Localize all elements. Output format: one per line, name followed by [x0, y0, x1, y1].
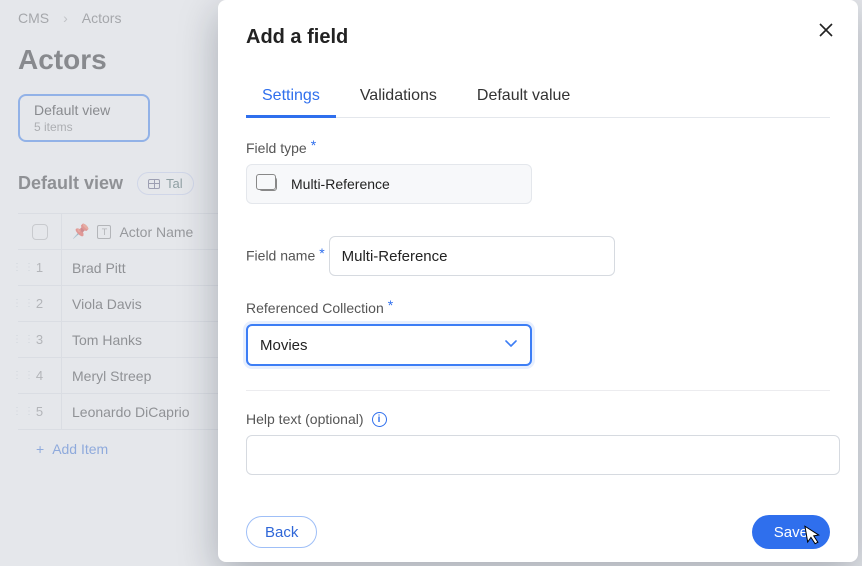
cell-actor-name[interactable]: Brad Pitt	[62, 260, 126, 276]
view-chip-default[interactable]: Default view 5 items	[18, 94, 150, 142]
plus-icon: +	[36, 441, 44, 457]
drag-handle-icon[interactable]: ⋮⋮	[12, 266, 36, 270]
chevron-right-icon: ›	[63, 10, 68, 26]
field-name-input[interactable]	[329, 236, 615, 276]
save-button[interactable]: Save	[752, 515, 830, 549]
breadcrumb-leaf[interactable]: Actors	[82, 10, 122, 26]
table-icon	[148, 179, 160, 189]
label-referenced-collection: Referenced Collection	[246, 300, 384, 316]
tab-settings[interactable]: Settings	[262, 75, 320, 117]
help-text-input[interactable]	[246, 435, 840, 475]
chevron-down-icon	[504, 336, 518, 354]
view-count: 5 items	[34, 120, 134, 134]
close-icon	[818, 22, 834, 38]
cell-actor-name[interactable]: Tom Hanks	[62, 332, 142, 348]
cell-actor-name[interactable]: Meryl Streep	[62, 368, 151, 384]
modal-title: Add a field	[246, 26, 830, 49]
referenced-collection-value: Movies	[260, 337, 308, 354]
referenced-collection-select[interactable]: Movies	[246, 324, 532, 366]
multi-reference-icon	[259, 177, 277, 191]
cell-actor-name[interactable]: Viola Davis	[62, 296, 142, 312]
column-header-name[interactable]: Actor Name	[119, 224, 193, 240]
pin-icon: 📌	[72, 223, 89, 240]
layout-chip[interactable]: Tal	[137, 172, 194, 195]
info-icon[interactable]: i	[372, 412, 387, 427]
add-field-modal: Add a field Settings Validations Default…	[218, 0, 858, 562]
back-button[interactable]: Back	[246, 516, 317, 548]
drag-handle-icon[interactable]: ⋮⋮	[12, 410, 36, 414]
label-help-text: Help text (optional)	[246, 411, 364, 427]
drag-handle-icon[interactable]: ⋮⋮	[12, 374, 36, 378]
label-field-type: Field type	[246, 140, 307, 156]
tab-validations[interactable]: Validations	[360, 75, 437, 117]
field-type-value: Multi-Reference	[291, 176, 390, 192]
tab-default-value[interactable]: Default value	[477, 75, 570, 117]
table-view-name: Default view	[18, 173, 123, 194]
drag-handle-icon[interactable]: ⋮⋮	[12, 302, 36, 306]
drag-handle-icon[interactable]: ⋮⋮	[12, 338, 36, 342]
view-name: Default view	[34, 102, 134, 118]
close-button[interactable]	[818, 22, 834, 41]
text-type-icon: T	[97, 225, 111, 239]
breadcrumb-root[interactable]: CMS	[18, 10, 49, 26]
label-field-name: Field name	[246, 248, 315, 264]
field-type-readonly: Multi-Reference	[246, 164, 532, 204]
select-all-checkbox[interactable]	[32, 224, 48, 240]
cell-actor-name[interactable]: Leonardo DiCaprio	[62, 404, 190, 420]
